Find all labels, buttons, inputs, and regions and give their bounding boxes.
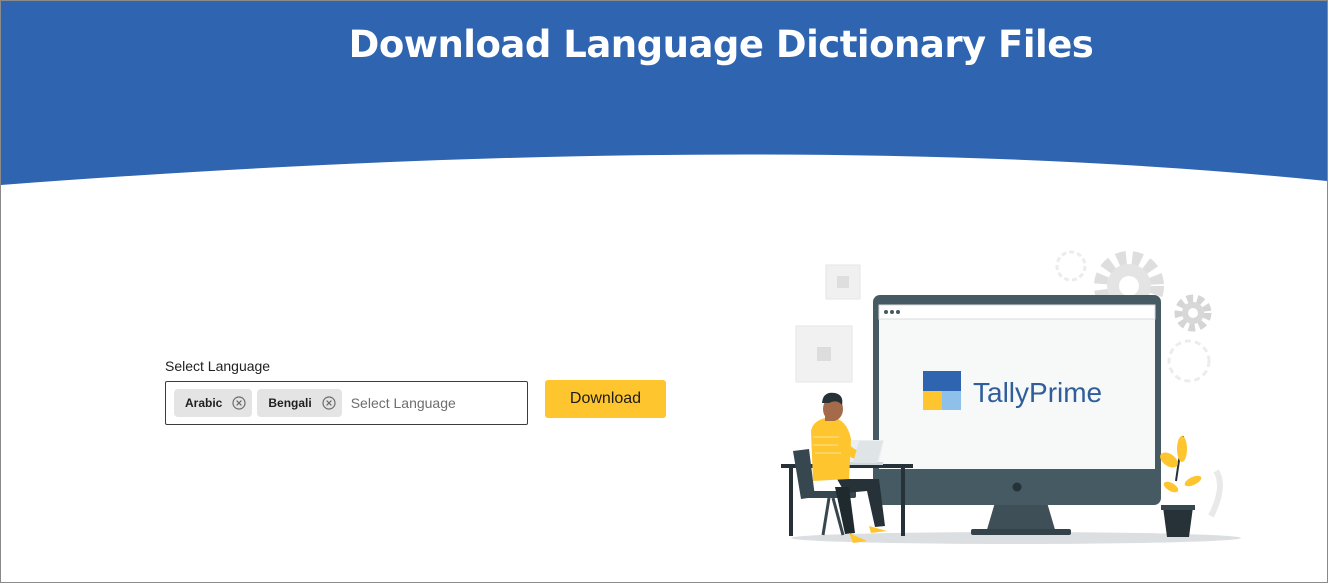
- brand-name: TallyPrime: [973, 377, 1102, 408]
- language-multiselect[interactable]: Arabic Bengali: [165, 381, 528, 425]
- language-search-input[interactable]: [348, 394, 523, 412]
- tallyprime-logo-icon: [923, 371, 961, 410]
- remove-chip-icon[interactable]: [232, 396, 246, 410]
- page-frame: Download Language Dictionary Files Selec…: [0, 0, 1328, 583]
- gear-icon: [1174, 294, 1212, 332]
- decor-squares: [795, 264, 861, 383]
- language-chip-bengali: Bengali: [257, 389, 342, 417]
- language-chip-arabic: Arabic: [174, 389, 253, 417]
- download-button[interactable]: Download: [545, 380, 666, 418]
- chip-label: Bengali: [268, 396, 312, 410]
- remove-chip-icon[interactable]: [322, 396, 336, 410]
- page-title: Download Language Dictionary Files: [348, 23, 1094, 66]
- select-language-label: Select Language: [165, 358, 271, 374]
- plant-decoration: [1160, 435, 1223, 537]
- chip-label: Arabic: [185, 396, 223, 410]
- tallyprime-illustration: TallyPrime: [781, 250, 1241, 544]
